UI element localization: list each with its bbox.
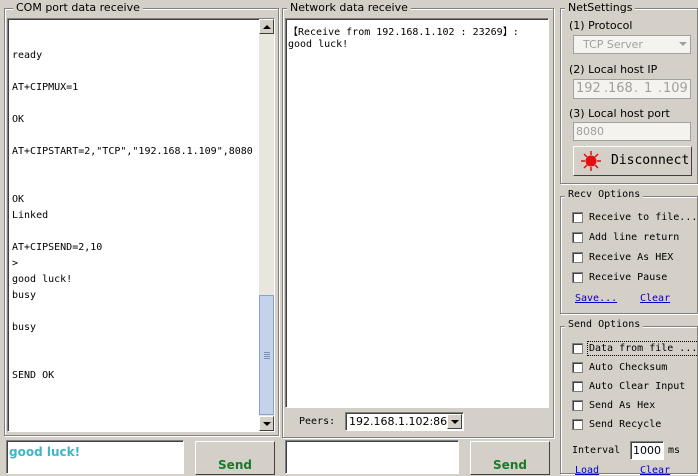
com-line: AT+CIPMUX=1 (12, 82, 79, 93)
recv-options-list: Receive to file... Add line return Receive… (560, 208, 698, 288)
send-options-item[interactable]: Auto Clear Input (572, 378, 685, 394)
ip-octet-4: 109 (663, 81, 688, 96)
checkbox-label: Receive to file... (589, 211, 698, 223)
recv-options-item[interactable]: Receive As HEX (572, 249, 673, 265)
indicator-light-icon (581, 151, 601, 171)
checkbox-label: Auto Checksum (589, 361, 668, 373)
checkbox-label: Send As Hex (589, 399, 656, 411)
com-scrollbar[interactable] (259, 19, 274, 431)
local-port-label: (3) Local host port (569, 107, 670, 120)
checkbox[interactable] (572, 251, 583, 263)
send-options-item[interactable]: Auto Checksum (572, 359, 667, 375)
com-line: AT+CIPSEND=2,10 (12, 242, 103, 253)
checkbox[interactable] (572, 211, 583, 223)
com-port-title: COM port data receive (13, 1, 143, 14)
save-link[interactable]: Save... (575, 293, 617, 304)
send-options-item[interactable]: Data from file ... (572, 340, 698, 356)
com-line: busy (12, 290, 37, 301)
recv-options-item[interactable]: Receive to file... (572, 209, 697, 225)
checkbox-label: Auto Clear Input (589, 380, 686, 392)
peers-value: 192.168.1.102:8698 (349, 415, 462, 428)
scroll-up-button[interactable] (259, 19, 274, 34)
protocol-label: (1) Protocol (569, 19, 633, 32)
interval-unit: ms (668, 445, 681, 456)
disconnect-label: Disconnect (611, 153, 690, 168)
network-send-label: Send (493, 458, 527, 472)
com-send-text: good luck! (9, 445, 81, 459)
ip-octet-1: 192 (576, 81, 601, 96)
local-ip-label: (2) Local host IP (569, 63, 658, 76)
chevron-up-icon (262, 24, 271, 29)
interval-label: Interval (572, 445, 621, 456)
interval-value: 1000 (633, 444, 661, 457)
protocol-value: TCP Server (583, 38, 643, 51)
network-receive-header: 【Receive from 192.168.1.102 : 23269】: (288, 27, 519, 38)
checkbox-label: Data from file ... (586, 340, 698, 356)
com-send-button[interactable]: Send (195, 441, 275, 475)
recv-options-item[interactable]: Receive Pause (572, 269, 667, 285)
local-port-field[interactable]: 8080 (573, 122, 691, 141)
checkbox[interactable] (572, 380, 583, 392)
chevron-down-icon (262, 421, 271, 426)
peers-dropdown-button[interactable] (447, 414, 462, 429)
disconnect-button[interactable]: Disconnect (573, 146, 692, 176)
com-receive-area[interactable]: ready AT+CIPMUX=1 OK AT+CIPSTART=2,"TCP","1… (7, 18, 275, 432)
com-line: SEND OK (12, 370, 55, 381)
protocol-select[interactable]: TCP Server (573, 35, 691, 54)
ip-octet-2: 168 (608, 81, 633, 96)
com-line: AT+CIPSTART=2,"TCP","192.168.1.109",8080 (12, 146, 253, 157)
checkbox[interactable] (572, 342, 583, 354)
scroll-thumb[interactable] (259, 295, 274, 415)
network-send-input[interactable] (285, 440, 459, 474)
checkbox[interactable] (572, 361, 583, 373)
com-line: ready (12, 50, 43, 61)
chevron-down-icon (450, 419, 459, 424)
net-settings-title: NetSettings (565, 1, 636, 14)
checkbox-label: Receive Pause (589, 271, 668, 283)
recv-options-item[interactable]: Add line return (572, 229, 679, 245)
com-line: busy (12, 322, 37, 333)
network-send-button[interactable]: Send (470, 441, 550, 475)
ip-octet-3: 1 (644, 81, 653, 96)
scroll-down-button[interactable] (259, 416, 274, 431)
com-line: OK (12, 194, 25, 205)
chevron-down-icon (679, 42, 687, 46)
checkbox[interactable] (572, 418, 583, 430)
recv-options-title: Recv Options (565, 189, 644, 200)
peers-select[interactable]: 192.168.1.102:8698 (345, 412, 464, 431)
network-receive-area[interactable]: 【Receive from 192.168.1.102 : 23269】: go… (285, 18, 549, 408)
send-clear-link[interactable]: Clear (640, 465, 670, 476)
send-options-item[interactable]: Send As Hex (572, 397, 655, 413)
peers-label: Peers: (299, 416, 336, 427)
local-ip-field[interactable]: 192 . 168 . 1 . 109 (573, 79, 691, 99)
network-data-title: Network data receive (287, 1, 411, 14)
com-line: Linked (12, 210, 49, 221)
send-options-title: Send Options (565, 319, 644, 330)
load-link[interactable]: Load (575, 465, 599, 476)
send-options-item[interactable]: Send Recycle (572, 416, 661, 432)
com-line: OK (12, 114, 25, 125)
interval-input[interactable]: 1000 (630, 441, 664, 460)
com-send-label: Send (218, 458, 252, 472)
send-options-list: Data from file ... Auto Checksum Auto Clea… (560, 339, 698, 435)
network-receive-message: good luck! (288, 39, 349, 50)
checkbox[interactable] (572, 399, 583, 411)
com-line: > (12, 258, 19, 269)
local-port-value: 8080 (576, 125, 604, 138)
recv-clear-link[interactable]: Clear (640, 293, 670, 304)
checkbox[interactable] (572, 231, 583, 243)
com-line: good luck! (12, 274, 73, 285)
checkbox-label: Send Recycle (589, 418, 662, 430)
checkbox-label: Receive As HEX (589, 251, 674, 263)
checkbox-label: Add line return (589, 231, 680, 243)
com-send-input[interactable]: good luck! (6, 440, 184, 474)
checkbox[interactable] (572, 271, 583, 283)
